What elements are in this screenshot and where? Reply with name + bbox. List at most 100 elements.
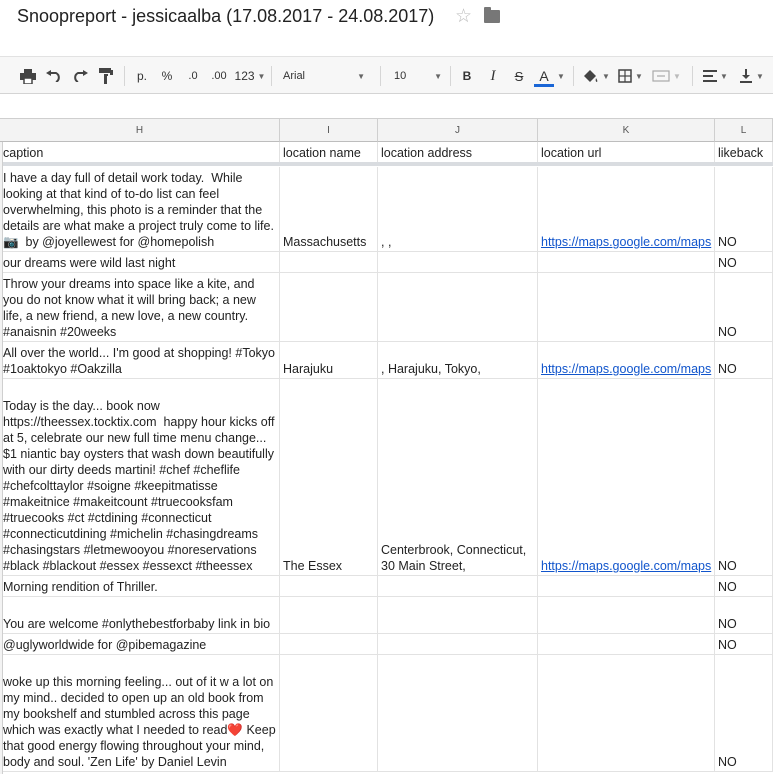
cell-location-url[interactable]: [538, 634, 715, 654]
toolbar-separator: [124, 66, 125, 86]
cell-location-name[interactable]: [280, 273, 378, 341]
cell-caption[interactable]: @uglyworldwide for @pibemagazine: [0, 634, 280, 654]
table-row: @uglyworldwide for @pibemagazine NO: [0, 634, 773, 655]
decrease-decimal-button[interactable]: .0: [182, 65, 204, 87]
cell-likeback[interactable]: NO: [715, 655, 773, 771]
cell-location-name[interactable]: Harajuku: [280, 342, 378, 378]
chevron-down-icon: ▼: [673, 71, 681, 81]
fill-color-icon: [584, 69, 598, 82]
header-cell-location-name[interactable]: location name: [280, 142, 378, 162]
row-header-strip: [0, 142, 3, 774]
cell-location-address[interactable]: [378, 252, 538, 272]
chevron-down-icon: ▼: [257, 71, 266, 81]
column-header-i[interactable]: I: [280, 118, 378, 142]
cell-likeback[interactable]: NO: [715, 342, 773, 378]
cell-location-name[interactable]: [280, 634, 378, 654]
toolbar-separator: [692, 66, 693, 86]
fill-color-button[interactable]: ▼: [582, 65, 614, 87]
text-color-label: A: [539, 68, 549, 84]
document-title[interactable]: Snoopreport - jessicaalba (17.08.2017 - …: [17, 6, 434, 27]
redo-icon[interactable]: [69, 65, 91, 87]
chevron-down-icon: ▼: [434, 71, 442, 81]
title-bar: Snoopreport - jessicaalba (17.08.2017 - …: [0, 0, 773, 46]
font-size-value: 10: [394, 70, 407, 82]
vertical-align-button[interactable]: ▼: [739, 65, 771, 87]
cell-location-name[interactable]: [280, 252, 378, 272]
text-color-swatch: [534, 84, 554, 87]
cell-location-url[interactable]: [538, 252, 715, 272]
table-row: Today is the day... book now https://the…: [0, 379, 773, 576]
cell-location-name[interactable]: [280, 576, 378, 596]
cell-location-url[interactable]: https://maps.google.com/maps: [538, 167, 715, 251]
cell-caption[interactable]: All over the world... I'm good at shoppi…: [0, 342, 280, 378]
cell-location-address[interactable]: [378, 655, 538, 771]
cell-location-url[interactable]: [538, 655, 715, 771]
cell-likeback[interactable]: NO: [715, 576, 773, 596]
header-cell-caption[interactable]: caption: [0, 142, 280, 162]
cell-caption[interactable]: Throw your dreams into space like a kite…: [0, 273, 280, 341]
currency-format-button[interactable]: р.: [132, 65, 152, 87]
cell-location-name[interactable]: [280, 655, 378, 771]
cell-caption[interactable]: Today is the day... book now https://the…: [0, 379, 280, 575]
font-family-select[interactable]: Arial ▼: [283, 65, 365, 87]
cell-location-address[interactable]: [378, 576, 538, 596]
cell-location-name[interactable]: Massachusetts: [280, 167, 378, 251]
cell-location-name[interactable]: [280, 597, 378, 633]
column-header-j[interactable]: J: [378, 118, 538, 142]
merge-cells-icon: [652, 70, 670, 82]
cell-likeback[interactable]: NO: [715, 167, 773, 251]
cell-likeback[interactable]: NO: [715, 252, 773, 272]
cell-caption[interactable]: Morning rendition of Thriller.: [0, 576, 280, 596]
borders-button[interactable]: ▼: [618, 65, 648, 87]
toolbar-separator: [380, 66, 381, 86]
header-cell-location-address[interactable]: location address: [378, 142, 538, 162]
percent-format-button[interactable]: %: [158, 65, 176, 87]
cell-location-name[interactable]: The Essex: [280, 379, 378, 575]
cell-caption[interactable]: I have a day full of detail work today. …: [0, 167, 280, 251]
cell-likeback[interactable]: NO: [715, 597, 773, 633]
cell-location-address[interactable]: [378, 273, 538, 341]
column-header-l[interactable]: L: [715, 118, 773, 142]
frozen-row-divider[interactable]: [0, 162, 773, 166]
cell-likeback[interactable]: NO: [715, 273, 773, 341]
undo-icon[interactable]: [43, 65, 65, 87]
cell-location-url[interactable]: https://maps.google.com/maps: [538, 342, 715, 378]
cell-caption[interactable]: You are welcome #onlythebestforbaby link…: [0, 597, 280, 633]
chevron-down-icon: ▼: [720, 71, 728, 81]
cell-caption[interactable]: our dreams were wild last night: [0, 252, 280, 272]
cell-location-address[interactable]: , ,: [378, 167, 538, 251]
cell-location-url[interactable]: [538, 576, 715, 596]
cell-location-address[interactable]: [378, 634, 538, 654]
chevron-down-icon: ▼: [635, 71, 643, 81]
paint-format-icon[interactable]: [95, 65, 117, 87]
strikethrough-button[interactable]: S: [510, 65, 528, 87]
bold-button[interactable]: B: [458, 65, 476, 87]
font-size-select[interactable]: 10 ▼: [394, 65, 442, 87]
cell-location-url[interactable]: [538, 597, 715, 633]
cell-location-address[interactable]: [378, 597, 538, 633]
print-icon[interactable]: [17, 65, 39, 87]
cell-caption[interactable]: woke up this morning feeling... out of i…: [0, 655, 280, 771]
cell-location-url[interactable]: [538, 273, 715, 341]
header-cell-location-url[interactable]: location url: [538, 142, 715, 162]
table-header-row: caption location name location address l…: [0, 142, 773, 163]
cell-likeback[interactable]: NO: [715, 634, 773, 654]
chevron-down-icon: ▼: [357, 71, 365, 81]
cell-location-url[interactable]: https://maps.google.com/maps: [538, 379, 715, 575]
folder-icon[interactable]: [484, 7, 500, 23]
cell-location-address[interactable]: , Harajuku, Tokyo,: [378, 342, 538, 378]
italic-button[interactable]: I: [484, 65, 502, 87]
horizontal-align-button[interactable]: ▼: [703, 65, 735, 87]
column-header-k[interactable]: K: [538, 118, 715, 142]
borders-icon: [618, 69, 632, 83]
column-header-h[interactable]: H: [0, 118, 280, 142]
cell-location-address[interactable]: Centerbrook, Connecticut, 30 Main Street…: [378, 379, 538, 575]
cell-likeback[interactable]: NO: [715, 379, 773, 575]
merge-cells-button[interactable]: ▼: [652, 65, 682, 87]
increase-decimal-button[interactable]: .00: [207, 65, 231, 87]
header-cell-likeback[interactable]: likeback: [715, 142, 773, 162]
star-icon[interactable]: ☆: [455, 5, 472, 28]
more-formats-button[interactable]: 123 ▼: [234, 65, 266, 87]
toolbar-separator: [271, 66, 272, 86]
table-row: I have a day full of detail work today. …: [0, 167, 773, 252]
